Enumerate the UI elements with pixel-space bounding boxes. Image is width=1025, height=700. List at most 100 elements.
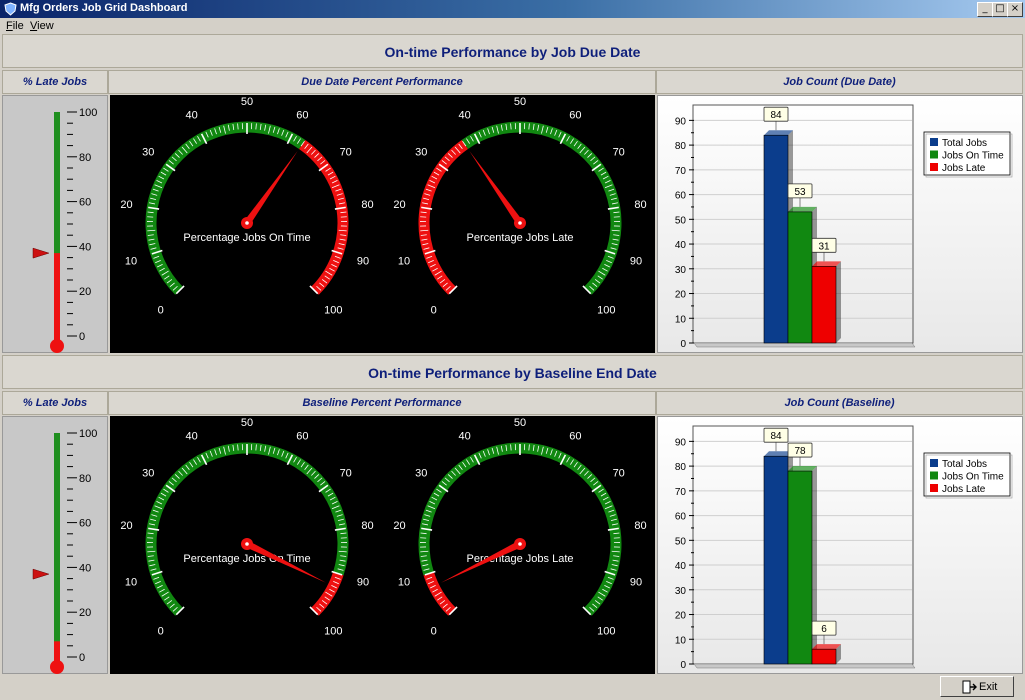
- gauge-red-band: [298, 139, 349, 295]
- menu-file[interactable]: File: [6, 20, 24, 32]
- gauge-tick-label: 50: [241, 417, 253, 429]
- window-titlebar[interactable]: Mfg Orders Job Grid Dashboard _ □ ×: [0, 0, 1025, 18]
- gauge-tick-label: 80: [361, 199, 373, 211]
- gauge-tick-label: 100: [324, 625, 342, 637]
- gauges-header: Baseline Percent Performance: [108, 391, 656, 415]
- late-jobs-marker: [32, 568, 50, 580]
- minimize-button[interactable]: _: [977, 2, 993, 17]
- gauge-tick-label: 40: [458, 430, 470, 442]
- y-tick-label: 20: [675, 290, 687, 301]
- thermo-tick-label: 0: [79, 652, 85, 664]
- legend: Total Jobs Jobs On TimeJobs Late: [923, 131, 1013, 178]
- gauge-tick-label: 90: [357, 577, 369, 589]
- gauge-on-time: 0 10 20 30 40 50 60 70 80 90 100 Percentage Jobs On…: [120, 96, 373, 316]
- gauge-label: Percentage Jobs On Time: [183, 553, 310, 565]
- gauge-tick-label: 60: [569, 430, 581, 442]
- gauge-tick-label: 0: [431, 304, 437, 316]
- y-tick-label: 90: [675, 437, 687, 448]
- section-header-baseline: On-time Performance by Baseline End Date: [2, 355, 1023, 389]
- bar-top: [812, 644, 841, 650]
- legend-label: Jobs Late: [942, 163, 986, 174]
- gauge-tick-label: 20: [120, 199, 132, 211]
- thermo-tube: [54, 433, 60, 657]
- gauge-tick-label: 50: [514, 96, 526, 108]
- gauge-tick-label: 100: [324, 304, 342, 316]
- gauge-tick: [510, 444, 512, 451]
- maximize-button[interactable]: □: [992, 2, 1008, 17]
- data-label: 84: [770, 431, 782, 442]
- legend-swatch: [930, 459, 938, 467]
- gauge-tick-label: 30: [142, 146, 154, 158]
- gauge-tick-label: 90: [630, 256, 642, 268]
- thermometer: 100 80 60 40 20 0: [32, 107, 97, 353]
- close-button[interactable]: ×: [1007, 2, 1023, 17]
- y-tick-label: 10: [675, 314, 687, 325]
- y-tick-label: 40: [675, 240, 687, 251]
- thermo-mercury: [54, 641, 60, 663]
- thermometer: 100 80 60 40 20 0: [32, 428, 97, 674]
- thermo-tick-label: 40: [79, 562, 91, 574]
- gauges-header: Due Date Percent Performance: [108, 70, 656, 94]
- gauge-tick-label: 40: [185, 430, 197, 442]
- bar-chart: 0 10 20 30 40 50 60 70 80 90 84 78 6 Total Jobs Jobs O…: [675, 425, 1013, 671]
- y-tick-label: 80: [675, 141, 687, 152]
- gauge-tick-label: 0: [431, 625, 437, 637]
- gauge-tick-label: 90: [357, 256, 369, 268]
- legend-label: Jobs On Time: [942, 472, 1004, 483]
- section-title: On-time Performance by Job Due Date: [384, 44, 641, 60]
- gauge-group: 0102030405060708090100Percentage Jobs On…: [120, 417, 646, 637]
- bar-side: [836, 261, 841, 343]
- gauge-tick: [237, 444, 239, 451]
- gauge-tick-label: 70: [340, 146, 352, 158]
- data-label: 78: [794, 446, 806, 457]
- thermo-tick-label: 20: [79, 286, 91, 298]
- legend-label: Jobs Late: [942, 484, 986, 495]
- y-tick-label: 70: [675, 166, 687, 177]
- bar: [811, 648, 837, 665]
- bar-top: [788, 466, 817, 472]
- gauge-tick-label: 20: [120, 520, 132, 532]
- gauge-hub-dot: [245, 542, 249, 546]
- thermo-tick-label: 100: [79, 428, 97, 440]
- legend-swatch: [930, 150, 938, 159]
- menu-bar: File View: [0, 18, 1025, 34]
- y-tick-label: 30: [675, 265, 687, 276]
- gauge-tick: [255, 123, 257, 130]
- menu-view[interactable]: View: [30, 20, 54, 32]
- gauges-panel: 0 10 20 30 40 50 60 70 80 90 100 Percentage Jobs On…: [110, 95, 655, 353]
- thermo-tick-label: 80: [79, 152, 91, 164]
- bar-chart-panel: 0 10 20 30 40 50 60 70 80 90 84 53 31 Total Jobs Jobs …: [657, 95, 1023, 353]
- gauge-green-band: [461, 121, 622, 295]
- gauge-tick-label: 80: [361, 520, 373, 532]
- gauge-tick-label: 30: [142, 467, 154, 479]
- legend-label: Jobs On Time: [942, 151, 1004, 162]
- exit-door-icon: [962, 680, 977, 694]
- gauge-tick: [528, 444, 530, 451]
- y-tick-label: 10: [675, 635, 687, 646]
- dashboard-client: On-time Performance by Job Due Date % La…: [2, 34, 1023, 674]
- gauge-needle: [244, 151, 298, 226]
- thermo-tick-label: 20: [79, 607, 91, 619]
- legend-swatch: [930, 138, 938, 146]
- gauge-hub-dot: [245, 221, 249, 225]
- gauge-tick-label: 10: [398, 256, 410, 268]
- bar: [787, 470, 813, 665]
- thermo-tick-label: 40: [79, 241, 91, 253]
- gauge-tick-label: 60: [296, 430, 308, 442]
- data-label: 53: [794, 187, 806, 198]
- bar-top: [812, 261, 841, 267]
- exit-button[interactable]: Exit: [940, 676, 1014, 697]
- gauge-tick-label: 30: [415, 467, 427, 479]
- gauge-tick-label: 80: [634, 199, 646, 211]
- gauge-tick-label: 20: [393, 199, 405, 211]
- gauge-label: Percentage Jobs On Time: [183, 232, 310, 244]
- thermo-mercury: [54, 253, 60, 342]
- gauge-tick-label: 40: [185, 109, 197, 121]
- thermo-bulb: [50, 660, 64, 674]
- gauge-tick-label: 60: [296, 109, 308, 121]
- shield-icon: [4, 2, 17, 16]
- bar-chart: 0 10 20 30 40 50 60 70 80 90 84 53 31 Total Jobs Jobs …: [675, 104, 1013, 350]
- legend-label: Total Jobs: [942, 459, 987, 470]
- gauge-late: 0 10 20 30 40 50 60 70 80 90 100 Percentage Jobs La…: [393, 96, 646, 316]
- thermo-tick-label: 100: [79, 107, 97, 119]
